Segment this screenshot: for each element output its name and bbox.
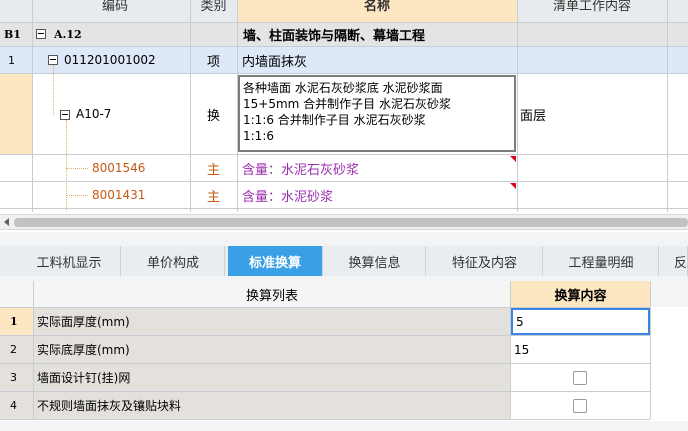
tree-line — [66, 168, 88, 169]
item-name: 内墙面抹灰 — [242, 54, 308, 70]
tab-conversion-info[interactable]: 换算信息 — [324, 246, 426, 276]
comment-marker — [510, 183, 516, 189]
subitem-code: A10-7 — [76, 107, 112, 121]
header-conversion-content[interactable]: 换算内容 — [511, 281, 650, 307]
mesh-checkbox[interactable] — [573, 371, 587, 385]
grid-line — [0, 335, 650, 336]
name-line: 1:1:6 — [243, 129, 274, 143]
material-type: 主 — [206, 162, 220, 178]
grid-line — [0, 154, 688, 155]
name-line: 各种墙面 水泥石灰砂浆底 水泥砂浆面 — [243, 81, 443, 95]
collapse-icon[interactable] — [60, 110, 70, 120]
group-code: A.12 — [54, 27, 82, 41]
material-type: 主 — [206, 189, 220, 205]
tab-more[interactable]: 反 — [660, 246, 688, 276]
material-code: 8001431 — [92, 188, 146, 202]
horizontal-scrollbar[interactable] — [0, 214, 688, 230]
collapse-icon[interactable] — [48, 55, 58, 65]
header-code[interactable]: 编码 — [40, 0, 190, 14]
tree-line — [66, 195, 88, 196]
material-name: 含量：水泥砂浆 — [242, 189, 334, 205]
tree-line — [66, 120, 67, 212]
grid-line — [0, 208, 688, 209]
grid-line — [0, 73, 688, 74]
top-table: 编码 类别 名称 清单工作内容 B1 A.12 墙、柱面装饰与隔断、幕墙工程 1… — [0, 0, 688, 212]
collapse-icon[interactable] — [36, 29, 46, 39]
grid-line — [0, 363, 650, 364]
header-name[interactable]: 名称 — [237, 0, 517, 14]
item-type: 项 — [206, 54, 220, 70]
row-index: 3 — [10, 371, 17, 384]
grid-line — [650, 281, 651, 419]
subitem-type: 换 — [206, 108, 220, 124]
name-line: 15+5mm 合并制作子目 水泥石灰砂浆 — [243, 97, 451, 111]
tab-material-machine[interactable]: 工料机显示 — [18, 246, 121, 276]
scroll-left-arrow-icon[interactable] — [4, 218, 9, 226]
grid-line — [0, 391, 650, 392]
grid-line — [510, 281, 511, 419]
row-index-cell — [0, 74, 32, 154]
grid-line — [0, 46, 688, 47]
material-name: 含量：水泥石灰砂浆 — [242, 162, 360, 178]
name-line: 1:1:6 合并制作子目 水泥石灰砂浆 — [243, 113, 426, 127]
subitem-work: 面层 — [520, 108, 547, 124]
row-index: B1 — [4, 27, 21, 41]
group-name: 墙、柱面装饰与隔断、幕墙工程 — [243, 28, 426, 44]
item-code: 011201001002 — [64, 53, 156, 67]
row-index: 1 — [10, 315, 18, 328]
conversion-table: 换算列表 换算内容 1 实际面厚度(mm) 5 2 实际底厚度(mm) 15 3… — [0, 281, 688, 421]
row-index: 2 — [10, 343, 17, 356]
tab-features-content[interactable]: 特征及内容 — [427, 246, 543, 276]
subitem-name-editor[interactable]: 各种墙面 水泥石灰砂浆底 水泥砂浆面 15+5mm 合并制作子目 水泥石灰砂浆 … — [238, 75, 516, 152]
tab-unit-price[interactable]: 单价构成 — [122, 246, 225, 276]
row-index: 1 — [8, 53, 15, 67]
base-thickness-value[interactable]: 15 — [514, 336, 648, 363]
material-code: 8001546 — [92, 161, 146, 175]
header-work[interactable]: 清单工作内容 — [517, 0, 667, 14]
header-conversion-list[interactable]: 换算列表 — [34, 281, 510, 307]
conversion-label: 墙面设计钉(挂)网 — [37, 371, 131, 385]
tab-quantity-detail[interactable]: 工程量明细 — [544, 246, 659, 276]
row-index: 4 — [10, 399, 17, 412]
grid-line — [0, 307, 650, 308]
thickness-input[interactable]: 5 — [511, 308, 650, 335]
scrollbar-thumb[interactable] — [14, 218, 688, 227]
grid-line — [0, 419, 650, 420]
conversion-label: 不规则墙面抹灰及镶贴块料 — [37, 399, 182, 413]
grid-line — [0, 181, 688, 182]
conversion-label: 实际面厚度(mm) — [37, 315, 130, 329]
grid-line — [33, 281, 34, 419]
irregular-wall-checkbox[interactable] — [573, 399, 587, 413]
tab-standard-conversion[interactable]: 标准换算 — [228, 246, 323, 276]
conversion-label: 实际底厚度(mm) — [37, 343, 130, 357]
comment-marker — [510, 156, 516, 162]
grid-line — [0, 22, 688, 23]
header-type[interactable]: 类别 — [190, 0, 237, 14]
